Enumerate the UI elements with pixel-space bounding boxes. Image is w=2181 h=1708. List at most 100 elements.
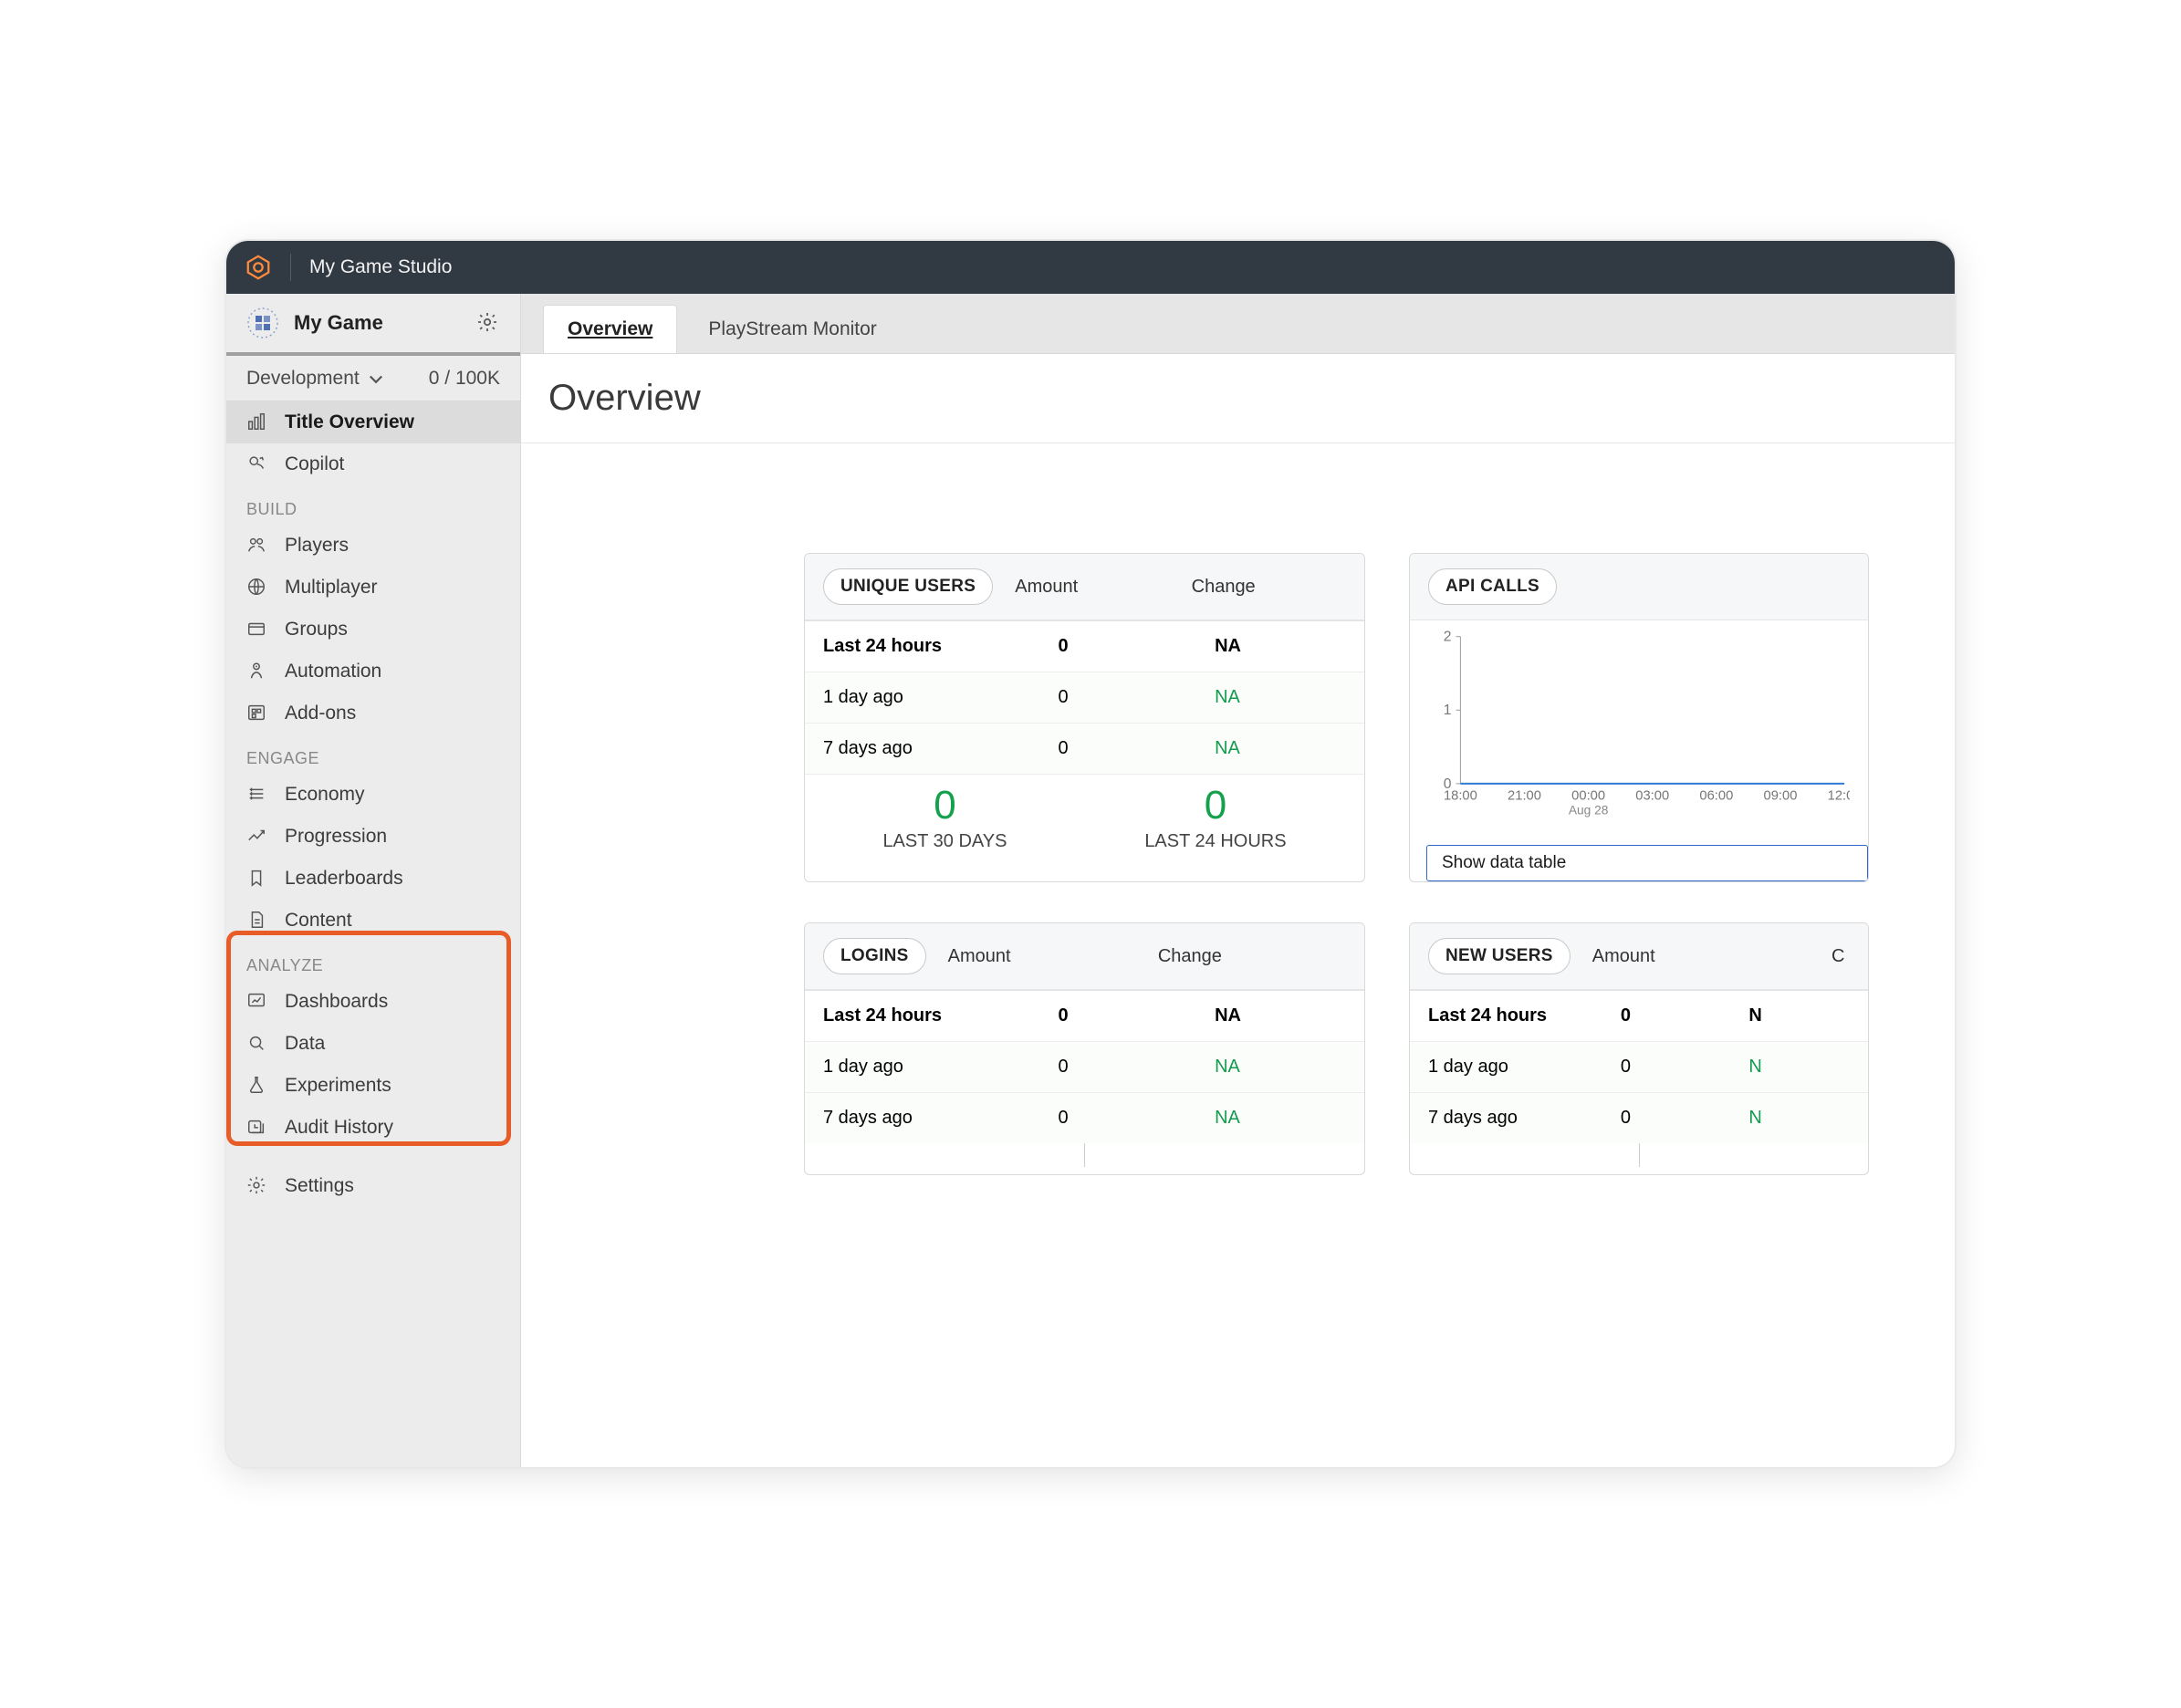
- svg-text:03:00: 03:00: [1635, 789, 1669, 804]
- sidebar-item-progression[interactable]: Progression: [226, 816, 520, 858]
- sidebar-item-data[interactable]: Data: [226, 1023, 520, 1065]
- dashboard-icon: [246, 411, 268, 433]
- sidebar-item-experiments[interactable]: Experiments: [226, 1065, 520, 1107]
- sidebar-item-label: Multiplayer: [285, 577, 378, 599]
- cell-amount: 0: [1039, 724, 1196, 775]
- globe-icon: [246, 577, 268, 599]
- sidebar-item-economy[interactable]: Economy: [226, 774, 520, 816]
- table-row: 1 day ago 0 NA: [805, 1042, 1364, 1093]
- cell-amount: 0: [1602, 1042, 1731, 1093]
- svg-text:2: 2: [1444, 630, 1452, 645]
- show-data-table-button[interactable]: Show data table: [1426, 845, 1868, 881]
- svg-text:09:00: 09:00: [1764, 789, 1798, 804]
- environment-selector[interactable]: Development 0 / 100K: [226, 356, 520, 401]
- new-users-badge[interactable]: NEW USERS: [1428, 938, 1571, 974]
- sidebar-item-audit-history[interactable]: Audit History: [226, 1107, 520, 1149]
- sidebar-item-label: Add-ons: [285, 703, 356, 724]
- sidebar-item-label: Automation: [285, 661, 381, 682]
- svg-text:21:00: 21:00: [1508, 789, 1541, 804]
- sidebar-item-label: Data: [285, 1033, 325, 1055]
- cell-label: 7 days ago: [805, 724, 1039, 775]
- sidebar-item-settings[interactable]: Settings: [226, 1165, 520, 1207]
- cell-amount: 0: [1039, 621, 1196, 672]
- sidebar-item-automation[interactable]: Automation: [226, 651, 520, 693]
- cell-amount: 0: [1602, 991, 1731, 1042]
- svg-text:06:00: 06:00: [1699, 789, 1733, 804]
- logins-badge[interactable]: LOGINS: [823, 938, 926, 974]
- col-amount-label: Amount: [1015, 577, 1169, 598]
- table-row: 7 days ago 0 NA: [805, 1093, 1364, 1144]
- table-row: Last 24 hours 0 NA: [805, 991, 1364, 1042]
- big-metric-label: LAST 24 HOURS: [1144, 831, 1286, 852]
- sidebar-item-label: Groups: [285, 619, 348, 640]
- table-row: 7 days ago 0 N: [1410, 1093, 1868, 1144]
- sidebar-group-build: BUILD: [226, 485, 520, 525]
- sidebar-item-copilot[interactable]: Copilot: [226, 443, 520, 485]
- copilot-icon: [246, 453, 268, 475]
- api-calls-badge[interactable]: API CALLS: [1428, 568, 1557, 605]
- game-name[interactable]: My Game: [294, 311, 462, 335]
- sidebar-item-groups[interactable]: Groups: [226, 609, 520, 651]
- cell-change: NA: [1196, 1093, 1364, 1144]
- sidebar-nav: Title Overview CopilotBUILD Players Mult…: [226, 401, 520, 1218]
- sidebar-item-multiplayer[interactable]: Multiplayer: [226, 567, 520, 609]
- cell-amount: 0: [1602, 1093, 1731, 1144]
- cell-label: Last 24 hours: [805, 621, 1039, 672]
- sidebar-item-content[interactable]: Content: [226, 900, 520, 942]
- doc-icon: [246, 910, 268, 932]
- sidebar-item-add-ons[interactable]: Add-ons: [226, 693, 520, 734]
- sidebar: My Game Development 0 / 100K Title Overv…: [226, 294, 521, 1467]
- studio-name[interactable]: My Game Studio: [309, 256, 452, 278]
- players-icon: [246, 535, 268, 557]
- col-change-label: C: [1831, 946, 1850, 967]
- cell-change: N: [1730, 1093, 1868, 1144]
- sidebar-item-label: Content: [285, 910, 352, 932]
- card-api-calls: API CALLS 01218:0021:0000:0003:0006:0009…: [1409, 553, 1869, 882]
- table-row: 1 day ago 0 N: [1410, 1042, 1868, 1093]
- cell-change: N: [1730, 1042, 1868, 1093]
- cards-area: UNIQUE USERS Amount Change Last 24 hours…: [521, 443, 1955, 1467]
- sidebar-item-dashboards[interactable]: Dashboards: [226, 981, 520, 1023]
- sidebar-item-title-overview[interactable]: Title Overview: [226, 401, 520, 443]
- big-metric: 0 LAST 30 DAYS: [882, 786, 1007, 852]
- trend-icon: [246, 826, 268, 848]
- cell-change: NA: [1196, 724, 1364, 775]
- cell-change: N: [1730, 991, 1868, 1042]
- groups-icon: [246, 619, 268, 640]
- cell-label: 1 day ago: [805, 1042, 1039, 1093]
- game-icon: [246, 307, 279, 339]
- titlebar-divider: [290, 254, 291, 281]
- svg-text:Aug 28: Aug 28: [1569, 803, 1609, 817]
- tab-bar: OverviewPlayStream Monitor: [521, 294, 1955, 354]
- table-row: Last 24 hours 0 NA: [805, 621, 1364, 672]
- dashboards-icon: [246, 991, 268, 1013]
- sidebar-group-analyze: ANALYZE: [226, 942, 520, 981]
- big-metric: 0 LAST 24 HOURS: [1144, 786, 1286, 852]
- sidebar-item-label: Progression: [285, 826, 387, 848]
- sidebar-item-label: Leaderboards: [285, 868, 403, 890]
- cell-amount: 0: [1039, 991, 1196, 1042]
- cell-label: Last 24 hours: [805, 991, 1039, 1042]
- col-amount-label: Amount: [1592, 946, 1810, 967]
- tab-playstream-monitor[interactable]: PlayStream Monitor: [684, 306, 900, 353]
- sidebar-item-label: Title Overview: [285, 411, 414, 433]
- cell-change: NA: [1196, 621, 1364, 672]
- app-window: My Game Studio My Game: [226, 241, 1955, 1467]
- sidebar-item-label: Players: [285, 535, 349, 557]
- svg-text:18:00: 18:00: [1444, 789, 1477, 804]
- gear-icon[interactable]: [476, 311, 500, 335]
- unique-users-badge[interactable]: UNIQUE USERS: [823, 568, 993, 605]
- sidebar-item-players[interactable]: Players: [226, 525, 520, 567]
- cell-label: 1 day ago: [805, 672, 1039, 724]
- sidebar-item-label: Settings: [285, 1175, 354, 1197]
- cell-change: NA: [1196, 1042, 1364, 1093]
- chevron-down-icon: [367, 370, 385, 388]
- partial-divider: [1084, 1143, 1085, 1167]
- big-metric-label: LAST 30 DAYS: [882, 831, 1007, 852]
- sidebar-item-label: Experiments: [285, 1075, 391, 1097]
- big-metric-value: 0: [882, 786, 1007, 826]
- playfab-logo-icon: [245, 254, 272, 281]
- sidebar-item-leaderboards[interactable]: Leaderboards: [226, 858, 520, 900]
- page-title: Overview: [521, 354, 1955, 443]
- tab-overview[interactable]: Overview: [543, 305, 677, 353]
